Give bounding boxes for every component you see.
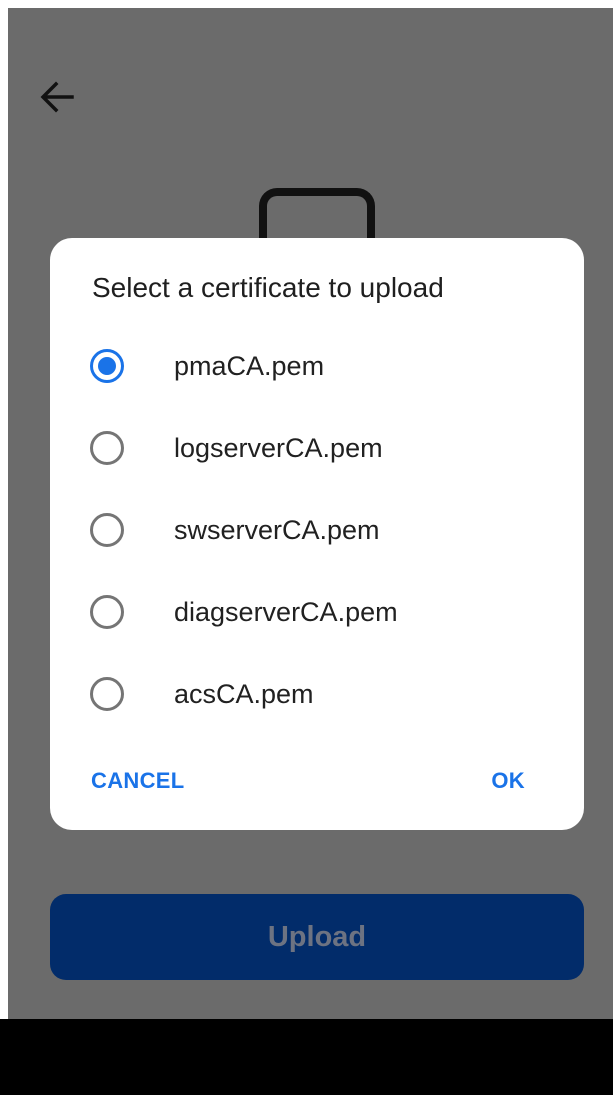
option-label: swserverCA.pem xyxy=(174,514,380,545)
radio-button[interactable] xyxy=(90,431,124,465)
option-label: logserverCA.pem xyxy=(174,432,383,463)
certificate-dialog: Select a certificate to upload pmaCA.pem… xyxy=(50,238,584,830)
radio-button[interactable] xyxy=(90,513,124,547)
ok-button[interactable]: OK xyxy=(491,768,525,794)
navigation-bar xyxy=(0,1019,613,1095)
option-diagserverca[interactable]: diagserverCA.pem xyxy=(90,582,550,642)
status-strip xyxy=(0,0,613,8)
option-pmaca[interactable]: pmaCA.pem xyxy=(90,336,550,396)
radio-button[interactable] xyxy=(90,677,124,711)
option-acsca[interactable]: acsCA.pem xyxy=(90,664,550,724)
radio-button[interactable] xyxy=(90,349,124,383)
option-label: acsCA.pem xyxy=(174,678,314,709)
back-arrow-icon[interactable] xyxy=(38,80,76,114)
upload-button-label: Upload xyxy=(267,920,367,953)
dialog-title: Select a certificate to upload xyxy=(92,272,444,303)
option-label: pmaCA.pem xyxy=(174,350,325,381)
edge-strip xyxy=(0,0,8,1019)
upload-button[interactable]: Upload xyxy=(50,894,584,980)
cancel-button[interactable]: CANCEL xyxy=(91,768,184,794)
option-swserverca[interactable]: swserverCA.pem xyxy=(90,500,550,560)
screen: Upload Select a certificate to upload pm… xyxy=(0,0,613,1095)
radio-button[interactable] xyxy=(90,595,124,629)
option-label: diagserverCA.pem xyxy=(174,596,398,627)
option-logserverca[interactable]: logserverCA.pem xyxy=(90,418,550,478)
